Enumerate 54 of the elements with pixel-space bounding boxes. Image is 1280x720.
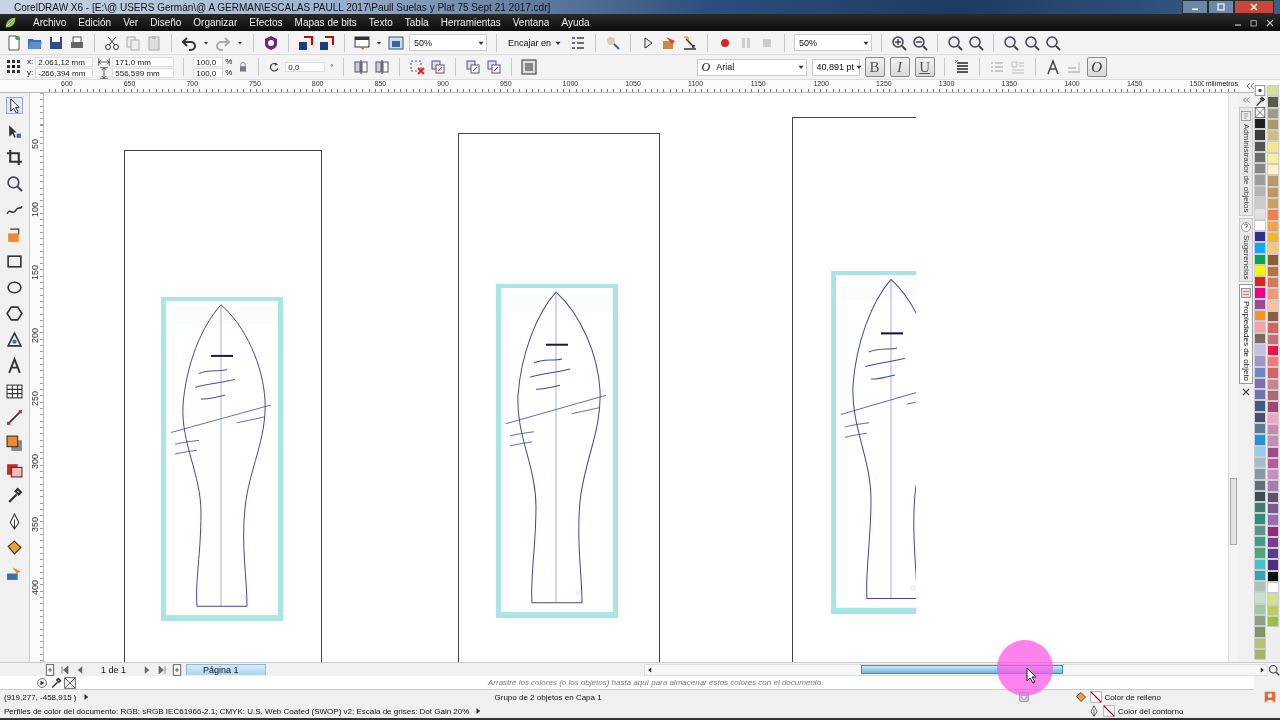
color-profiles-text: Perfiles de color del documento: RGB: sRGB IEC61966-2.1; CMYK: U.S. Web Coated (SWOP) v2; Escala de grises: Dot Gain 20% (4, 706, 470, 716)
docker-tab[interactable]: Sugerencias (1239, 217, 1253, 282)
bold-button[interactable]: B (864, 57, 885, 77)
menu-item[interactable]: Archivo (27, 17, 73, 28)
page-counter: 1 de 1 (101, 664, 127, 675)
ruler-label: 300 (31, 454, 40, 470)
menu-item[interactable]: Edición (72, 17, 118, 28)
selection-info: Grupo de 2 objetos en Capa 1 (494, 692, 603, 702)
input-field[interactable]: 556,599 mm (112, 67, 175, 78)
input-field[interactable]: 0,0 (285, 62, 326, 72)
input-field[interactable]: -266,394 mm (35, 67, 94, 78)
cursor-coordinates: (919,277, -458,915 ) (4, 692, 77, 702)
zoom-level-dropdown[interactable]: 50% (794, 34, 873, 51)
page-tab[interactable]: Página 1 (186, 664, 266, 675)
menu-item[interactable]: Diseño (144, 17, 188, 28)
ruler-label: 150 (31, 265, 40, 281)
menu-item[interactable]: Tabla (398, 17, 435, 28)
zoom-level-dropdown[interactable]: 50% (409, 34, 487, 51)
docker-tab[interactable]: Administrador de objetos (1239, 107, 1253, 216)
underline-button[interactable]: U (914, 57, 935, 77)
input-field[interactable]: 2.061,12 mm (35, 56, 94, 67)
outline-label: Color del contorno (1118, 706, 1185, 716)
field-label: x: (27, 57, 34, 66)
font-dropdown[interactable]: O Arial (696, 58, 807, 76)
ruler-label: 250 (31, 391, 40, 407)
ruler-label: 350 (31, 517, 40, 533)
menu-item[interactable]: Efectos (243, 17, 289, 28)
input-field[interactable]: 171,0 mm (112, 56, 175, 67)
window-title: CorelDRAW X6 - [E:\@ USERS Germán\@ A GERMAN\ESCALAS PAULL 2017\Paull Suelas y Plat 75 Sept 21 2017.cdr] (13, 1, 551, 13)
input-field[interactable]: 100,0 (193, 67, 224, 78)
menu-item[interactable]: Herramientas (434, 17, 507, 28)
ruler-label: 100 (31, 202, 40, 218)
degree-label: ° (330, 62, 334, 72)
menu-item[interactable]: Organizar (187, 17, 244, 28)
ruler-label: 400 (31, 580, 40, 596)
percent-label: % (225, 68, 233, 77)
menu-item[interactable]: Ayuda (555, 17, 596, 28)
menu-item[interactable]: Ver (117, 17, 145, 28)
input-field[interactable]: 100,0 (193, 56, 224, 67)
opentype-button[interactable]: O (1086, 57, 1107, 77)
percent-label: % (225, 57, 233, 66)
fill-label: Color de relleno (1104, 692, 1162, 702)
italic-button[interactable]: I (889, 57, 910, 77)
font-size-dropdown[interactable]: 40,891 pt (811, 58, 860, 76)
menu-item[interactable]: Mapas de bits (288, 17, 363, 28)
ruler-label: 200 (31, 328, 40, 344)
ruler-label: 50 (31, 139, 40, 149)
snap-dropdown[interactable]: Encajar en (506, 37, 566, 48)
docker-tab[interactable]: Propiedades de objeto (1239, 284, 1253, 385)
font-type-glyph: O (701, 59, 711, 75)
menu-item[interactable]: Texto (362, 17, 399, 28)
color-tray-hint: Arrastre los colores (o los objetos) hasta aquí para almacenar estos colores con el documento. (488, 678, 824, 687)
menu-item[interactable]: Ventana (506, 17, 556, 28)
field-label: y: (27, 68, 34, 77)
